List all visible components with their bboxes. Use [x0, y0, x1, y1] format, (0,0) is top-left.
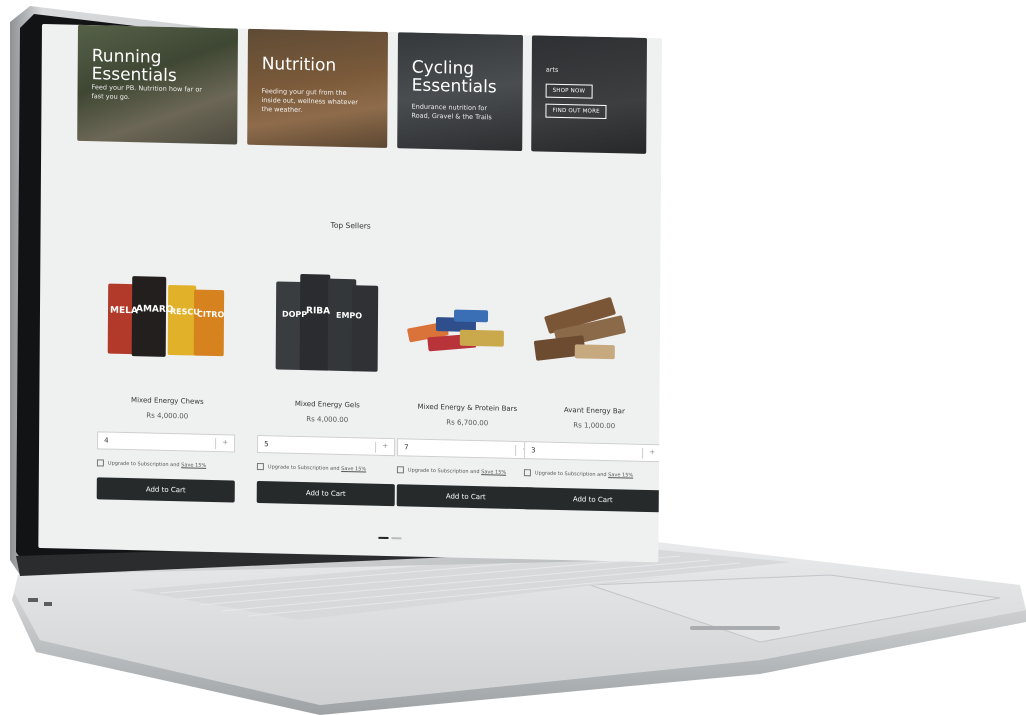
banner-title: Nutrition	[261, 54, 337, 76]
website-viewport: Running Essentials Feed your PB. Nutriti…	[38, 24, 662, 563]
divider	[642, 447, 644, 459]
quantity-value: 5	[264, 440, 269, 449]
subscription-checkbox[interactable]	[96, 459, 104, 467]
package-label: MELA	[109, 305, 138, 317]
package-label: RIBA	[305, 306, 331, 317]
package-label: DOPP	[281, 309, 308, 320]
package-label: RESCU	[169, 306, 200, 317]
banner-description: Endurance nutrition for Road, Gravel & t…	[411, 102, 492, 122]
divider	[515, 444, 517, 456]
banner-nutrition[interactable]: Nutrition Feeding your gut from the insi…	[247, 28, 388, 148]
find-out-more-button[interactable]: FIND OUT MORE	[545, 103, 607, 120]
carousel-dot[interactable]	[391, 537, 402, 540]
product-name[interactable]: Mixed Energy Gels	[257, 399, 397, 410]
subscription-option[interactable]: Upgrade to Subscription and Save 15%	[96, 459, 237, 469]
banner-cycling-essentials[interactable]: Cycling Essentials Endurance nutrition f…	[397, 32, 523, 152]
package-label: AMARO	[135, 304, 174, 316]
subscription-checkbox[interactable]	[256, 463, 264, 471]
quantity-select[interactable]: 5 +	[257, 435, 396, 457]
plus-icon[interactable]: +	[382, 442, 388, 450]
save-link[interactable]: Save 15%	[608, 472, 633, 479]
product-price: Rs 6,700.00	[446, 418, 489, 428]
quantity-value: 7	[404, 443, 409, 452]
subscription-label: Upgrade to Subscription and	[107, 460, 182, 469]
subscription-option[interactable]: Upgrade to Subscription and Save 15%	[396, 466, 537, 476]
product-name[interactable]: Mixed Energy Chews	[97, 395, 237, 406]
subscription-checkbox[interactable]	[523, 469, 531, 477]
shop-now-button[interactable]: SHOP NOW	[545, 83, 593, 99]
banner-running-essentials[interactable]: Running Essentials Feed your PB. Nutriti…	[77, 24, 238, 145]
product-card: Mixed Energy & Protein Bars Rs 6,700.00 …	[396, 262, 539, 525]
product-card: MELA AMARO RESCU CITRO Mixed Energy Chew…	[96, 255, 239, 518]
plus-icon[interactable]: +	[222, 438, 228, 446]
banner-description: Feeding your gut from the inside out, we…	[261, 87, 358, 114]
product-price: Rs 4,000.00	[306, 415, 349, 425]
add-to-cart-button[interactable]: Add to Cart	[396, 484, 535, 510]
package-label: EMPO	[335, 310, 363, 321]
laptop-mockup: Running Essentials Feed your PB. Nutriti…	[0, 0, 1026, 715]
carousel-pagination	[378, 524, 404, 544]
product-card: DOPP RIBA EMPO Mixed Energy Gels Rs 4,00…	[256, 259, 399, 522]
subscription-label: Upgrade to Subscription and	[534, 470, 609, 479]
product-image[interactable]	[525, 265, 662, 378]
quantity-select[interactable]: 7 +	[397, 438, 536, 460]
add-to-cart-button[interactable]: Add to Cart	[256, 481, 395, 507]
package-label: CITRO	[196, 309, 225, 320]
add-to-cart-button[interactable]: Add to Cart	[96, 477, 235, 503]
divider	[375, 441, 377, 453]
product-image[interactable]	[398, 262, 539, 375]
banner-title: Cycling Essentials	[411, 57, 497, 98]
product-price: Rs 4,000.00	[146, 411, 189, 421]
product-name[interactable]: Mixed Energy & Protein Bars	[397, 402, 537, 413]
product-image[interactable]: DOPP RIBA EMPO	[258, 259, 399, 372]
save-link[interactable]: Save 15%	[181, 462, 206, 469]
save-link[interactable]: Save 15%	[341, 466, 366, 473]
section-title: Top Sellers	[330, 220, 371, 231]
subscription-checkbox[interactable]	[396, 466, 404, 474]
quantity-select[interactable]: 3 +	[524, 441, 662, 463]
plus-icon[interactable]: +	[649, 448, 655, 456]
quantity-value: 3	[531, 446, 536, 455]
subscription-option[interactable]: Upgrade to Subscription and Save 15%	[523, 469, 662, 479]
divider	[215, 438, 217, 450]
product-card: Avant Energy Bar Rs 1,000.00 3 + Upgrade…	[523, 265, 662, 528]
banner-description: arts	[545, 65, 559, 74]
laptop-screen: Running Essentials Feed your PB. Nutriti…	[10, 6, 662, 596]
banner-title: Running Essentials	[91, 46, 177, 87]
subscription-label: Upgrade to Subscription and	[407, 467, 482, 476]
quantity-value: 4	[104, 436, 109, 445]
banner-description: Feed your PB. Nutrition how far or fast …	[91, 83, 203, 102]
save-link[interactable]: Save 15%	[481, 469, 506, 476]
banner-promo[interactable]: arts SHOP NOW FIND OUT MORE	[531, 35, 647, 154]
subscription-label: Upgrade to Subscription and	[267, 464, 342, 472]
product-name[interactable]: Avant Energy Bar	[524, 405, 662, 416]
product-image[interactable]: MELA AMARO RESCU CITRO	[98, 255, 239, 368]
add-to-cart-button[interactable]: Add to Cart	[523, 487, 662, 513]
quantity-select[interactable]: 4 +	[97, 431, 236, 453]
product-price: Rs 1,000.00	[573, 421, 616, 431]
subscription-option[interactable]: Upgrade to Subscription and Save 15%	[256, 463, 397, 473]
carousel-dot-active[interactable]	[378, 536, 389, 540]
